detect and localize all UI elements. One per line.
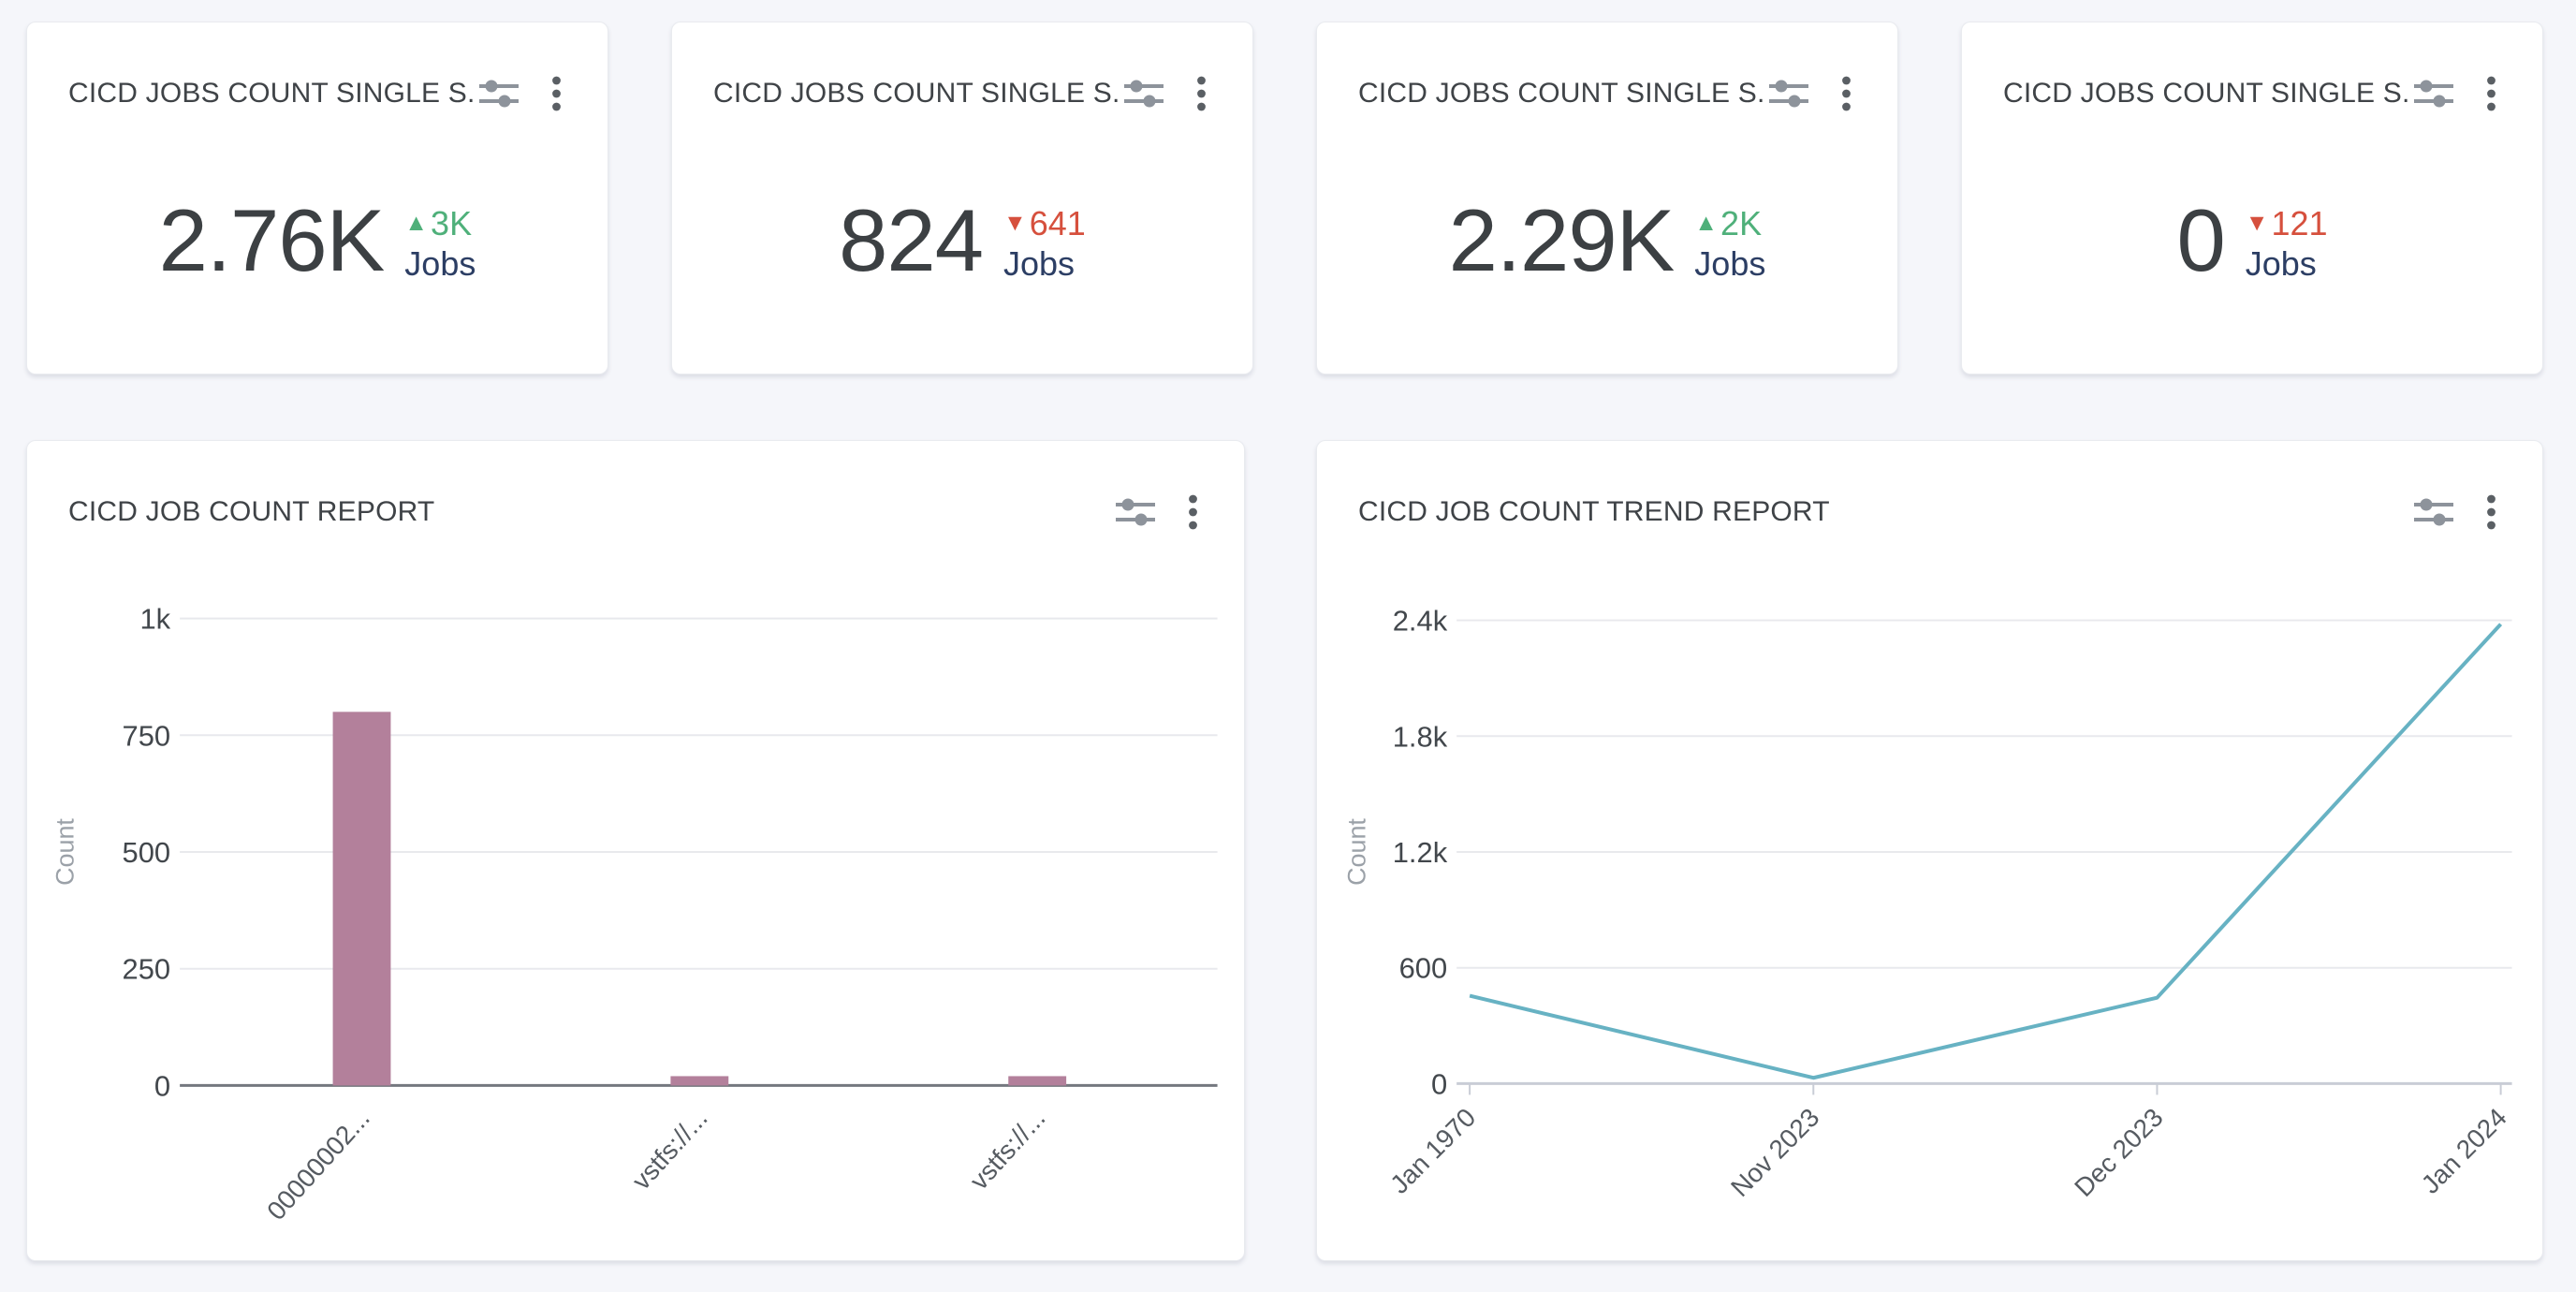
stat-unit: Jobs: [1003, 245, 1075, 283]
stat-body: 2.29K ▲2K Jobs: [1317, 154, 1897, 327]
y-tick-label: 250: [123, 953, 171, 986]
y-tick-label: 2.4k: [1393, 605, 1448, 638]
stat-body: 824 ▼641 Jobs: [672, 154, 1252, 327]
card-title: CICD JOBS COUNT SINGLE S...: [1358, 76, 1767, 111]
trend-up-icon: ▲: [404, 212, 428, 235]
stat-value: 2.76K: [159, 197, 385, 285]
stat-unit: Jobs: [2246, 245, 2317, 283]
stat-value: 824: [839, 197, 983, 285]
more-options-button[interactable]: [1187, 493, 1199, 531]
stat-unit: Jobs: [404, 245, 476, 283]
kebab-menu-icon: [2485, 75, 2497, 112]
x-tick-label: 00000002...: [261, 1104, 375, 1226]
stat-body: 0 ▼121 Jobs: [1962, 154, 2542, 327]
more-options-button[interactable]: [550, 75, 563, 112]
filter-settings-button[interactable]: [1122, 76, 1165, 111]
y-tick-label: 500: [123, 836, 171, 869]
chart-card-job-count-trend-report: CICD JOB COUNT TREND REPORT 0 600 1.2k 1.8k…: [1316, 440, 2543, 1261]
y-tick-label: 1k: [139, 603, 170, 636]
y-tick-label: 1.2k: [1393, 836, 1448, 869]
card-title: CICD JOBS COUNT SINGLE S...: [713, 76, 1122, 111]
trend-value: 121: [2271, 206, 2327, 242]
filter-settings-button[interactable]: [2412, 494, 2455, 530]
filter-settings-button[interactable]: [1114, 494, 1157, 530]
x-tick-label: Dec 2023: [2069, 1103, 2168, 1202]
stat-unit: Jobs: [1694, 245, 1765, 283]
y-tick-label: 1.8k: [1393, 720, 1448, 753]
filter-settings-button[interactable]: [477, 76, 520, 111]
bar-chart: 0 250 500 750 1k Count 00000002... vstfs://... v…: [27, 441, 1244, 1260]
sliders-icon: [2412, 76, 2455, 111]
chart-card-job-count-report: CICD JOB COUNT REPORT 02505007501kCount0…: [26, 440, 1245, 1261]
stat-body: 2.76K ▲3K Jobs: [27, 154, 607, 327]
x-tick-label: Nov 2023: [1725, 1103, 1824, 1202]
sliders-icon: [1767, 76, 1810, 111]
kebab-menu-icon: [550, 75, 563, 112]
stat-card-cicd-jobs-3: CICD JOBS COUNT SINGLE S... 2.29K ▲2K Jo…: [1316, 22, 1898, 374]
stat-trend: ▼641: [1003, 206, 1086, 242]
card-title: CICD JOBS COUNT SINGLE S...: [2003, 76, 2412, 111]
trend-value: 3K: [431, 206, 472, 242]
sliders-icon: [1114, 494, 1157, 530]
kebab-menu-icon: [1840, 75, 1852, 112]
stat-trend: ▲3K: [404, 206, 472, 242]
bar[interactable]: [1008, 1076, 1066, 1085]
chart-title: CICD JOB COUNT TREND REPORT: [1358, 494, 2412, 530]
x-tick-label: vstfs://...: [626, 1104, 713, 1196]
stat-card-cicd-jobs-4: CICD JOBS COUNT SINGLE S... 0 ▼121 Jobs: [1961, 22, 2543, 374]
y-tick-label: 600: [1399, 952, 1448, 985]
more-options-button[interactable]: [1195, 75, 1208, 112]
card-header: CICD JOBS COUNT SINGLE S...: [27, 22, 607, 112]
kebab-menu-icon: [1187, 493, 1199, 531]
stat-value: 0: [2176, 197, 2224, 285]
stat-trend: ▼121: [2246, 206, 2328, 242]
filter-settings-button[interactable]: [1767, 76, 1810, 111]
chart-title: CICD JOB COUNT REPORT: [68, 494, 1114, 530]
x-tick-label: Jan 1970: [1384, 1103, 1481, 1199]
stat-card-cicd-jobs-2: CICD JOBS COUNT SINGLE S... 824 ▼641 Job…: [671, 22, 1253, 374]
more-options-button[interactable]: [1840, 75, 1852, 112]
card-header: CICD JOBS COUNT SINGLE S...: [1962, 22, 2542, 112]
sliders-icon: [2412, 494, 2455, 530]
line-chart: 0 600 1.2k 1.8k 2.4k Count Jan 1970 Nov 2023 Dec…: [1317, 441, 2542, 1260]
card-header: CICD JOB COUNT REPORT: [27, 441, 1244, 531]
card-header: CICD JOB COUNT TREND REPORT: [1317, 441, 2542, 531]
more-options-button[interactable]: [2485, 75, 2497, 112]
card-title: CICD JOBS COUNT SINGLE S...: [68, 76, 477, 111]
trend-value: 2K: [1720, 206, 1762, 242]
y-tick-label: 0: [1431, 1067, 1447, 1100]
kebab-menu-icon: [2485, 493, 2497, 531]
filter-settings-button[interactable]: [2412, 76, 2455, 111]
bar[interactable]: [670, 1076, 728, 1085]
kebab-menu-icon: [1195, 75, 1208, 112]
y-axis-title: Count: [1342, 818, 1370, 886]
card-header: CICD JOBS COUNT SINGLE S...: [1317, 22, 1897, 112]
card-header: CICD JOBS COUNT SINGLE S...: [672, 22, 1252, 112]
stat-value: 2.29K: [1449, 197, 1675, 285]
y-tick-label: 0: [154, 1069, 170, 1102]
y-axis-title: Count: [51, 818, 79, 886]
trend-down-icon: ▼: [1003, 212, 1027, 235]
trend-value: 641: [1030, 206, 1086, 242]
stat-trend: ▲2K: [1694, 206, 1762, 242]
x-tick-label: vstfs://...: [964, 1104, 1051, 1196]
x-tick-label: Jan 2024: [2416, 1103, 2512, 1199]
sliders-icon: [1122, 76, 1165, 111]
more-options-button[interactable]: [2485, 493, 2497, 531]
trend-line[interactable]: [1470, 624, 2500, 1079]
trend-down-icon: ▼: [2246, 212, 2269, 235]
trend-up-icon: ▲: [1694, 212, 1718, 235]
stat-card-cicd-jobs-1: CICD JOBS COUNT SINGLE S... 2.76K ▲3K Jo…: [26, 22, 608, 374]
y-tick-label: 750: [123, 719, 171, 752]
bar[interactable]: [333, 712, 391, 1085]
sliders-icon: [477, 76, 520, 111]
